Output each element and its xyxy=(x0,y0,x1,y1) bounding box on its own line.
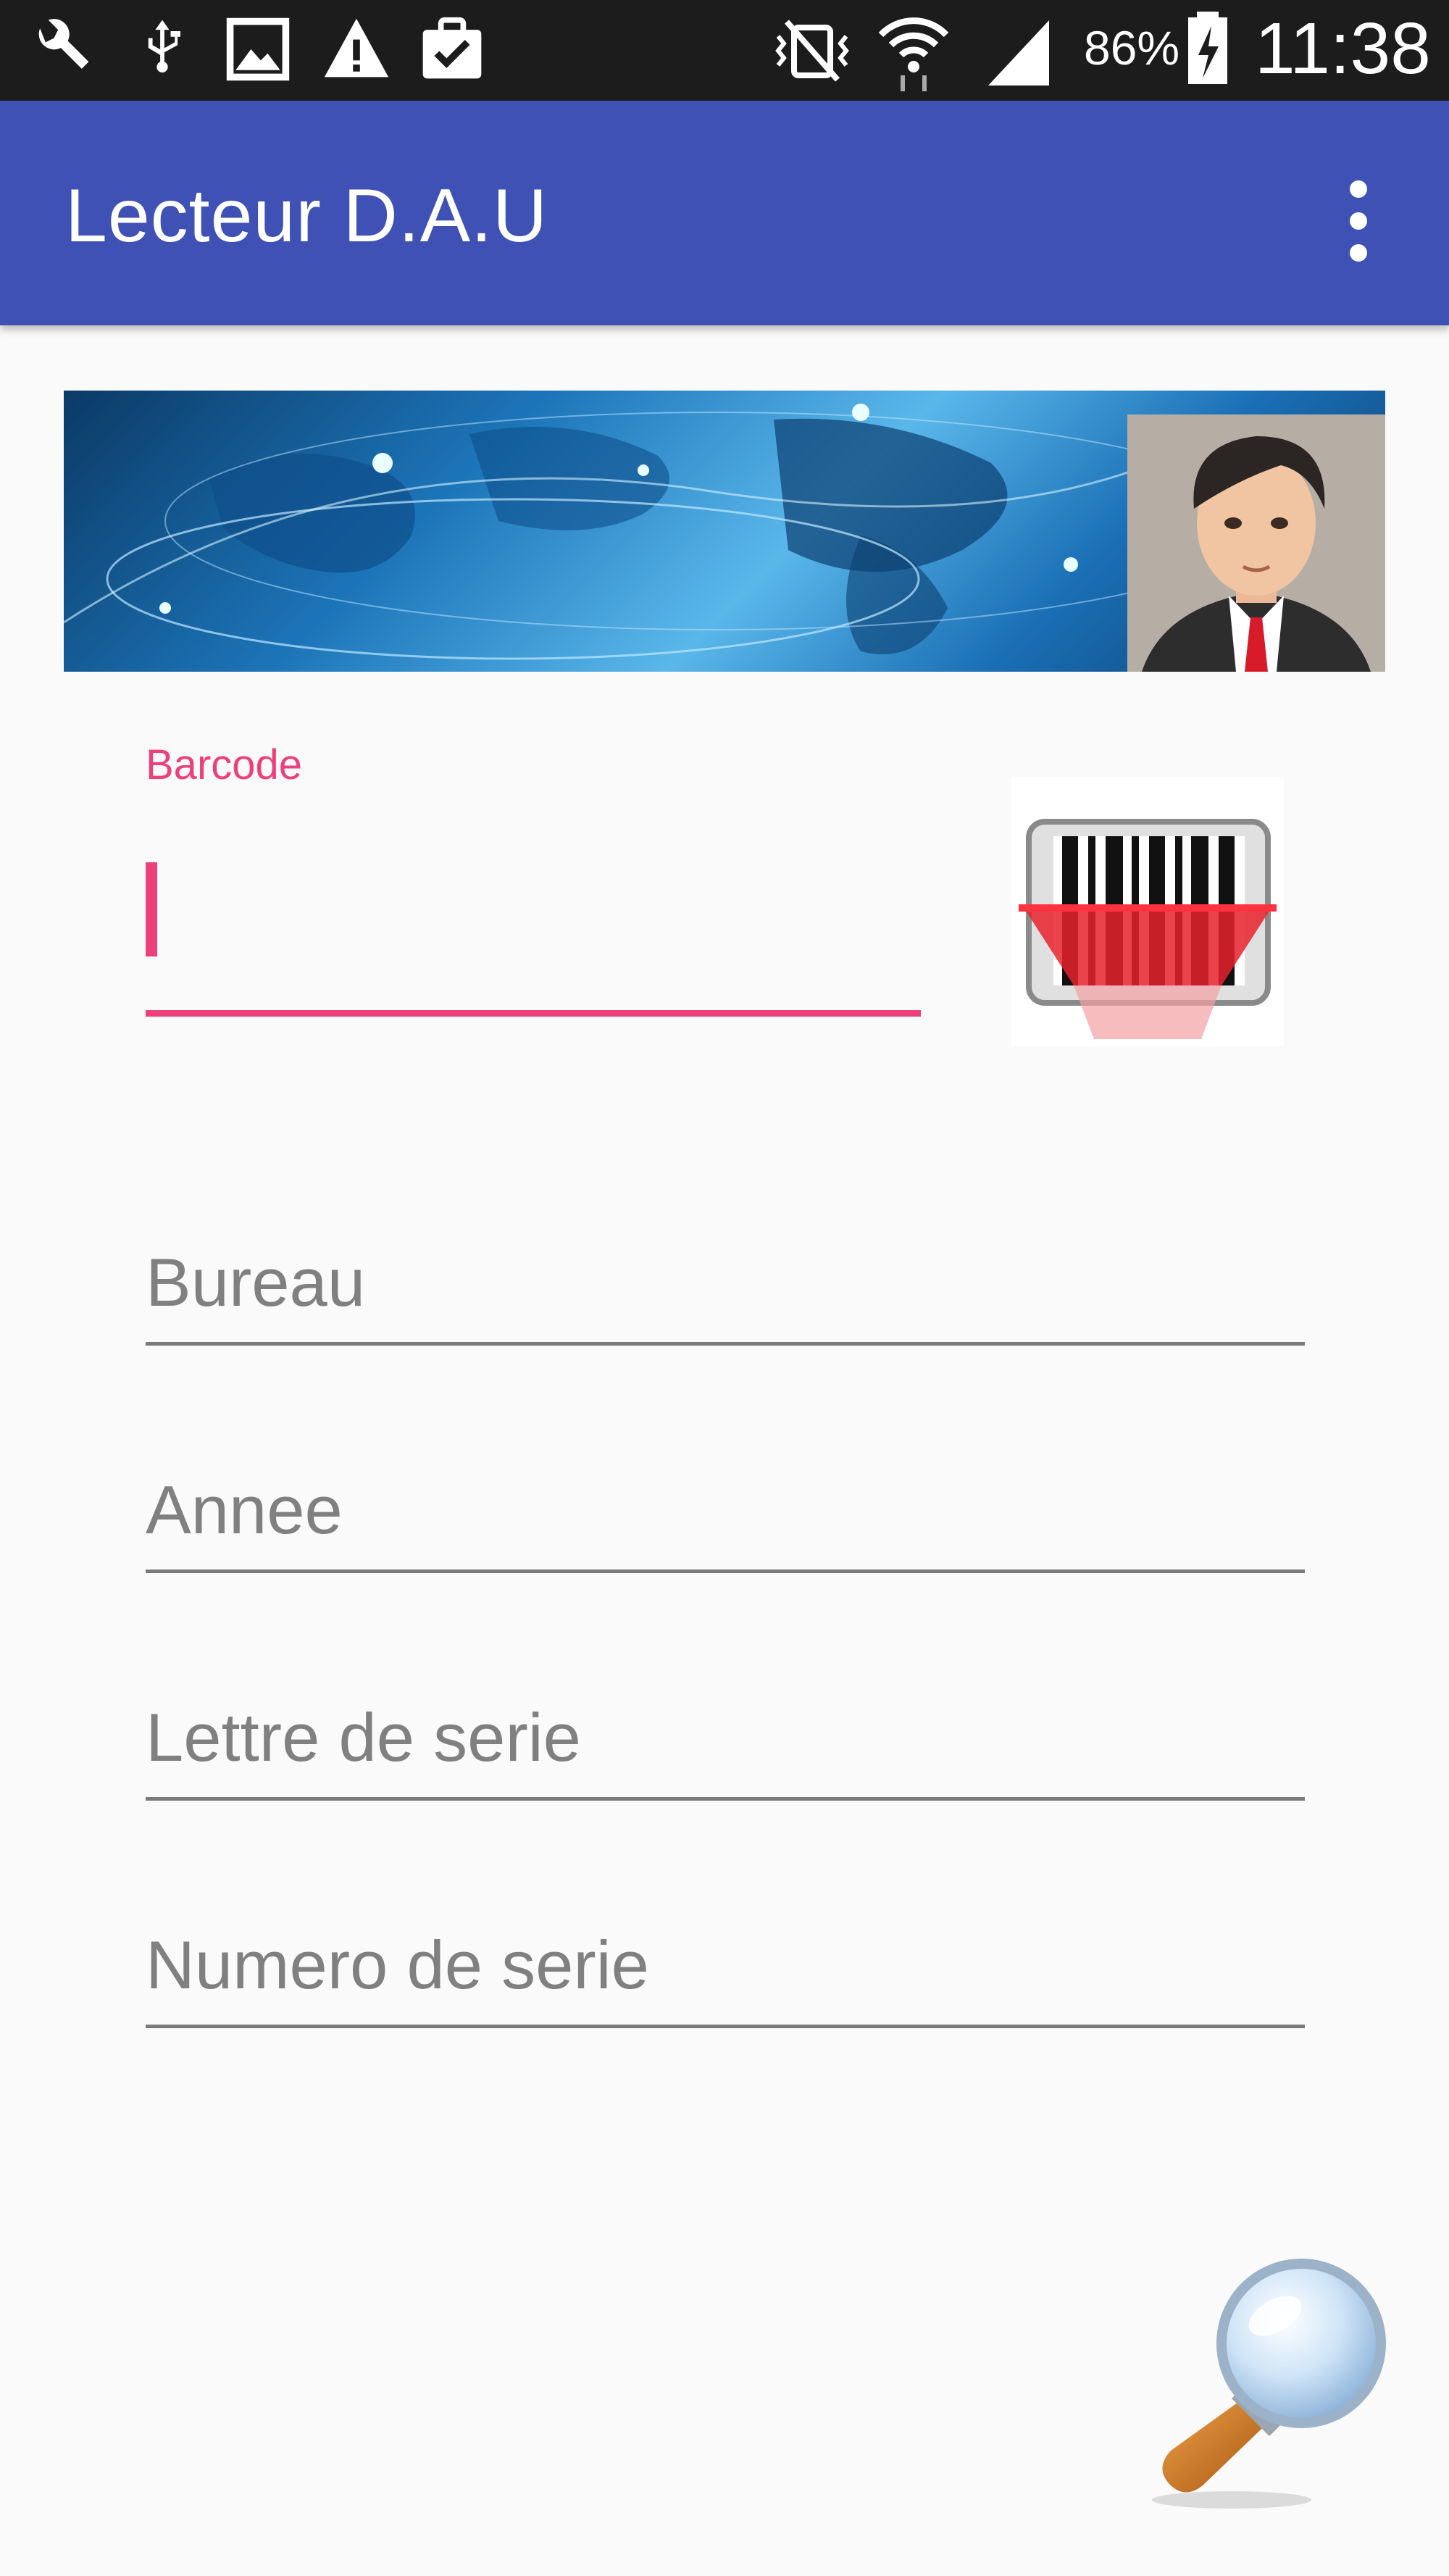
barcode-label: Barcode xyxy=(146,741,303,788)
battery-percent: 86% xyxy=(1084,21,1180,75)
barcode-scan-button[interactable] xyxy=(1011,777,1284,1046)
numero-de-serie-field-underline xyxy=(146,2025,1305,2028)
magnifier-icon xyxy=(1152,2259,1386,2509)
vibrate-icon xyxy=(775,20,849,82)
app-bar: Lecteur D.A.U xyxy=(0,101,1449,325)
clipboard-check-icon xyxy=(422,17,482,79)
barcode-input[interactable] xyxy=(146,855,921,913)
warning-icon xyxy=(324,18,389,78)
lettre-de-serie-field[interactable]: Lettre de serie xyxy=(146,1698,581,1777)
numero-de-serie-field[interactable]: Numero de serie xyxy=(146,1926,649,2004)
annee-field[interactable]: Annee xyxy=(146,1471,343,1549)
status-bar: 86% 11:38 xyxy=(0,0,1449,101)
bureau-field[interactable]: Bureau xyxy=(146,1243,365,1322)
search-button[interactable] xyxy=(1145,2254,1391,2514)
app-title: Lecteur D.A.U xyxy=(65,174,548,258)
more-vert-icon[interactable] xyxy=(1333,180,1384,262)
battery-charging-icon xyxy=(1188,12,1227,84)
wifi-icon xyxy=(878,17,949,91)
signal-icon xyxy=(988,20,1049,86)
bureau-field-underline xyxy=(146,1342,1305,1346)
annee-field-underline xyxy=(146,1570,1305,1573)
image-icon xyxy=(226,17,290,81)
wrench-icon xyxy=(38,19,89,69)
text-cursor xyxy=(146,862,157,956)
barcode-scanner-icon xyxy=(1019,819,1277,1039)
clock: 11:38 xyxy=(1255,8,1431,89)
avatar xyxy=(1127,414,1385,672)
usb-icon xyxy=(148,20,180,73)
barcode-input-underline xyxy=(146,1010,921,1017)
lettre-de-serie-field-underline xyxy=(146,1797,1305,1801)
